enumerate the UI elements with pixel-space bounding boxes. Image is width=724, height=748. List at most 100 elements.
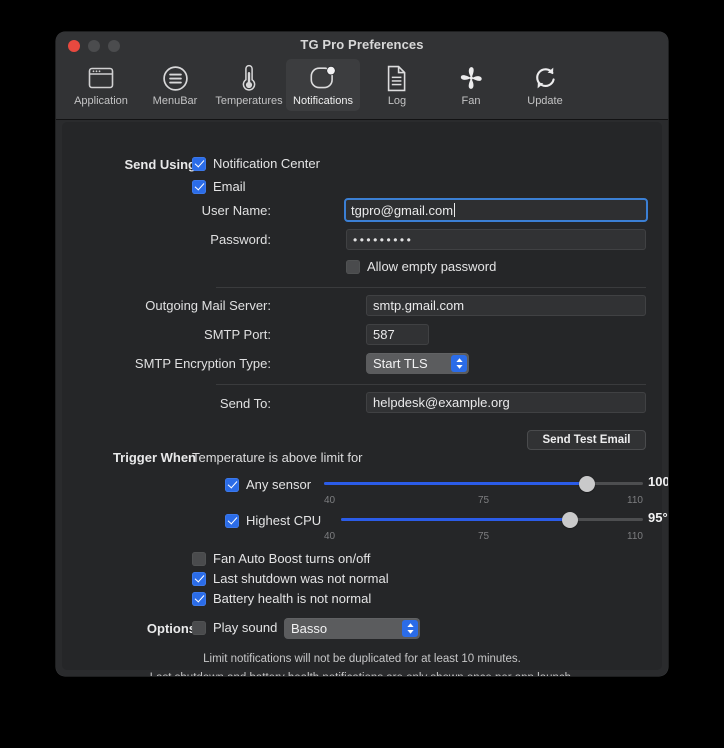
- window-titlebar: TG Pro Preferences: [56, 32, 668, 59]
- fan-icon: [454, 62, 488, 94]
- separator-1: [216, 287, 646, 288]
- notification-icon: [306, 62, 340, 94]
- password-label: Password:: [151, 232, 271, 247]
- highest-cpu-slider[interactable]: [341, 512, 643, 528]
- toolbar-item-label: Fan: [462, 95, 481, 107]
- preferences-content: Send Using Notification Center Email Use…: [56, 120, 668, 676]
- notifications-form: Send Using Notification Center Email Use…: [56, 120, 668, 676]
- preferences-window: TG Pro Preferences Application: [56, 32, 668, 676]
- highest-cpu-checkbox[interactable]: [225, 514, 239, 528]
- chevron-updown-icon: [451, 355, 467, 372]
- toolbar-item-label: MenuBar: [153, 95, 198, 107]
- toolbar-item-label: Update: [527, 95, 562, 107]
- battery-health-row[interactable]: Battery health is not normal: [192, 591, 371, 606]
- notification-center-checkbox-row[interactable]: Notification Center: [192, 156, 320, 171]
- email-checkbox-row[interactable]: Email: [192, 179, 246, 194]
- allow-empty-password-checkbox[interactable]: [346, 260, 360, 274]
- highest-cpu-slider-ticks: 40 75 110: [324, 531, 643, 543]
- any-sensor-slider[interactable]: [324, 476, 643, 492]
- toolbar-item-label: Temperatures: [215, 95, 282, 107]
- window-icon: [84, 62, 118, 94]
- thermometer-icon: [232, 62, 266, 94]
- battery-health-label: Battery health is not normal: [213, 591, 371, 606]
- any-sensor-value: 100°C: [648, 474, 668, 489]
- highest-cpu-value: 95°C: [648, 510, 668, 525]
- slider-tick: 40: [324, 531, 335, 542]
- toolbar-item-application[interactable]: Application: [64, 59, 138, 111]
- send-using-section-label: Send Using: [76, 157, 196, 172]
- sound-select[interactable]: Basso: [284, 618, 420, 639]
- slider-knob[interactable]: [579, 476, 595, 492]
- slider-fill: [341, 518, 570, 521]
- slider-tick: 75: [478, 495, 489, 506]
- toolbar-item-notifications[interactable]: Notifications: [286, 59, 360, 111]
- menubar-icon: [158, 62, 192, 94]
- user-name-label: User Name:: [151, 203, 271, 218]
- refresh-icon: [528, 62, 562, 94]
- footnote-line-1: Limit notifications will not be duplicat…: [56, 653, 668, 665]
- email-label: Email: [213, 179, 246, 194]
- user-name-input[interactable]: tgpro@gmail.com: [344, 198, 648, 222]
- window-title: TG Pro Preferences: [56, 37, 668, 52]
- slider-knob[interactable]: [562, 512, 578, 528]
- text-caret: [454, 203, 455, 217]
- fan-auto-boost-checkbox[interactable]: [192, 552, 206, 566]
- toolbar-item-temperatures[interactable]: Temperatures: [212, 59, 286, 111]
- allow-empty-password-label: Allow empty password: [367, 259, 496, 274]
- toolbar-item-fan[interactable]: Fan: [434, 59, 508, 111]
- trigger-when-section-label: Trigger When: [76, 450, 196, 465]
- footnote-line-2: Last shutdown and battery health notific…: [56, 672, 668, 676]
- allow-empty-password-row[interactable]: Allow empty password: [346, 259, 496, 274]
- outgoing-mail-server-input[interactable]: smtp.gmail.com: [366, 295, 646, 316]
- smtp-port-value: 587: [373, 327, 395, 342]
- preferences-toolbar: Application MenuBar Tempe: [56, 59, 668, 120]
- password-value: •••••••••: [353, 233, 413, 247]
- toolbar-item-label: Notifications: [293, 95, 353, 107]
- any-sensor-checkbox[interactable]: [225, 478, 239, 492]
- slider-tick: 75: [478, 531, 489, 542]
- last-shutdown-checkbox[interactable]: [192, 572, 206, 586]
- slider-tick: 40: [324, 495, 335, 506]
- battery-health-checkbox[interactable]: [192, 592, 206, 606]
- separator-2: [216, 384, 646, 385]
- any-sensor-checkbox-row[interactable]: Any sensor: [225, 477, 311, 492]
- toolbar-item-label: Application: [74, 95, 128, 107]
- send-to-label: Send To:: [106, 396, 271, 411]
- send-to-input[interactable]: helpdesk@example.org: [366, 392, 646, 413]
- user-name-value: tgpro@gmail.com: [351, 203, 453, 218]
- trigger-when-description: Temperature is above limit for: [192, 450, 363, 465]
- highest-cpu-checkbox-row[interactable]: Highest CPU: [225, 513, 321, 528]
- document-icon: [380, 62, 414, 94]
- last-shutdown-row[interactable]: Last shutdown was not normal: [192, 571, 389, 586]
- play-sound-checkbox[interactable]: [192, 621, 206, 635]
- chevron-updown-icon: [402, 620, 418, 637]
- any-sensor-label: Any sensor: [246, 477, 311, 492]
- fan-auto-boost-label: Fan Auto Boost turns on/off: [213, 551, 370, 566]
- send-test-email-button[interactable]: Send Test Email: [527, 430, 646, 450]
- toolbar-item-label: Log: [388, 95, 406, 107]
- smtp-port-input[interactable]: 587: [366, 324, 429, 345]
- smtp-encryption-type-select[interactable]: Start TLS: [366, 353, 469, 374]
- toolbar-item-log[interactable]: Log: [360, 59, 434, 111]
- slider-tick: 110: [627, 495, 643, 506]
- slider-fill: [324, 482, 587, 485]
- slider-tick: 110: [627, 531, 643, 542]
- outgoing-mail-server-label: Outgoing Mail Server:: [106, 298, 271, 313]
- password-input[interactable]: •••••••••: [346, 229, 646, 250]
- notification-center-label: Notification Center: [213, 156, 320, 171]
- email-checkbox[interactable]: [192, 180, 206, 194]
- outgoing-mail-server-value: smtp.gmail.com: [373, 298, 464, 313]
- notification-center-checkbox[interactable]: [192, 157, 206, 171]
- smtp-encryption-type-label: SMTP Encryption Type:: [106, 356, 271, 371]
- fan-auto-boost-row[interactable]: Fan Auto Boost turns on/off: [192, 551, 370, 566]
- play-sound-row[interactable]: Play sound: [192, 620, 277, 635]
- smtp-encryption-type-value: Start TLS: [373, 356, 428, 371]
- play-sound-label: Play sound: [213, 620, 277, 635]
- last-shutdown-label: Last shutdown was not normal: [213, 571, 389, 586]
- toolbar-item-menubar[interactable]: MenuBar: [138, 59, 212, 111]
- smtp-port-label: SMTP Port:: [106, 327, 271, 342]
- any-sensor-slider-ticks: 40 75 110: [324, 495, 643, 507]
- sound-value: Basso: [291, 621, 327, 636]
- highest-cpu-label: Highest CPU: [246, 513, 321, 528]
- toolbar-item-update[interactable]: Update: [508, 59, 582, 111]
